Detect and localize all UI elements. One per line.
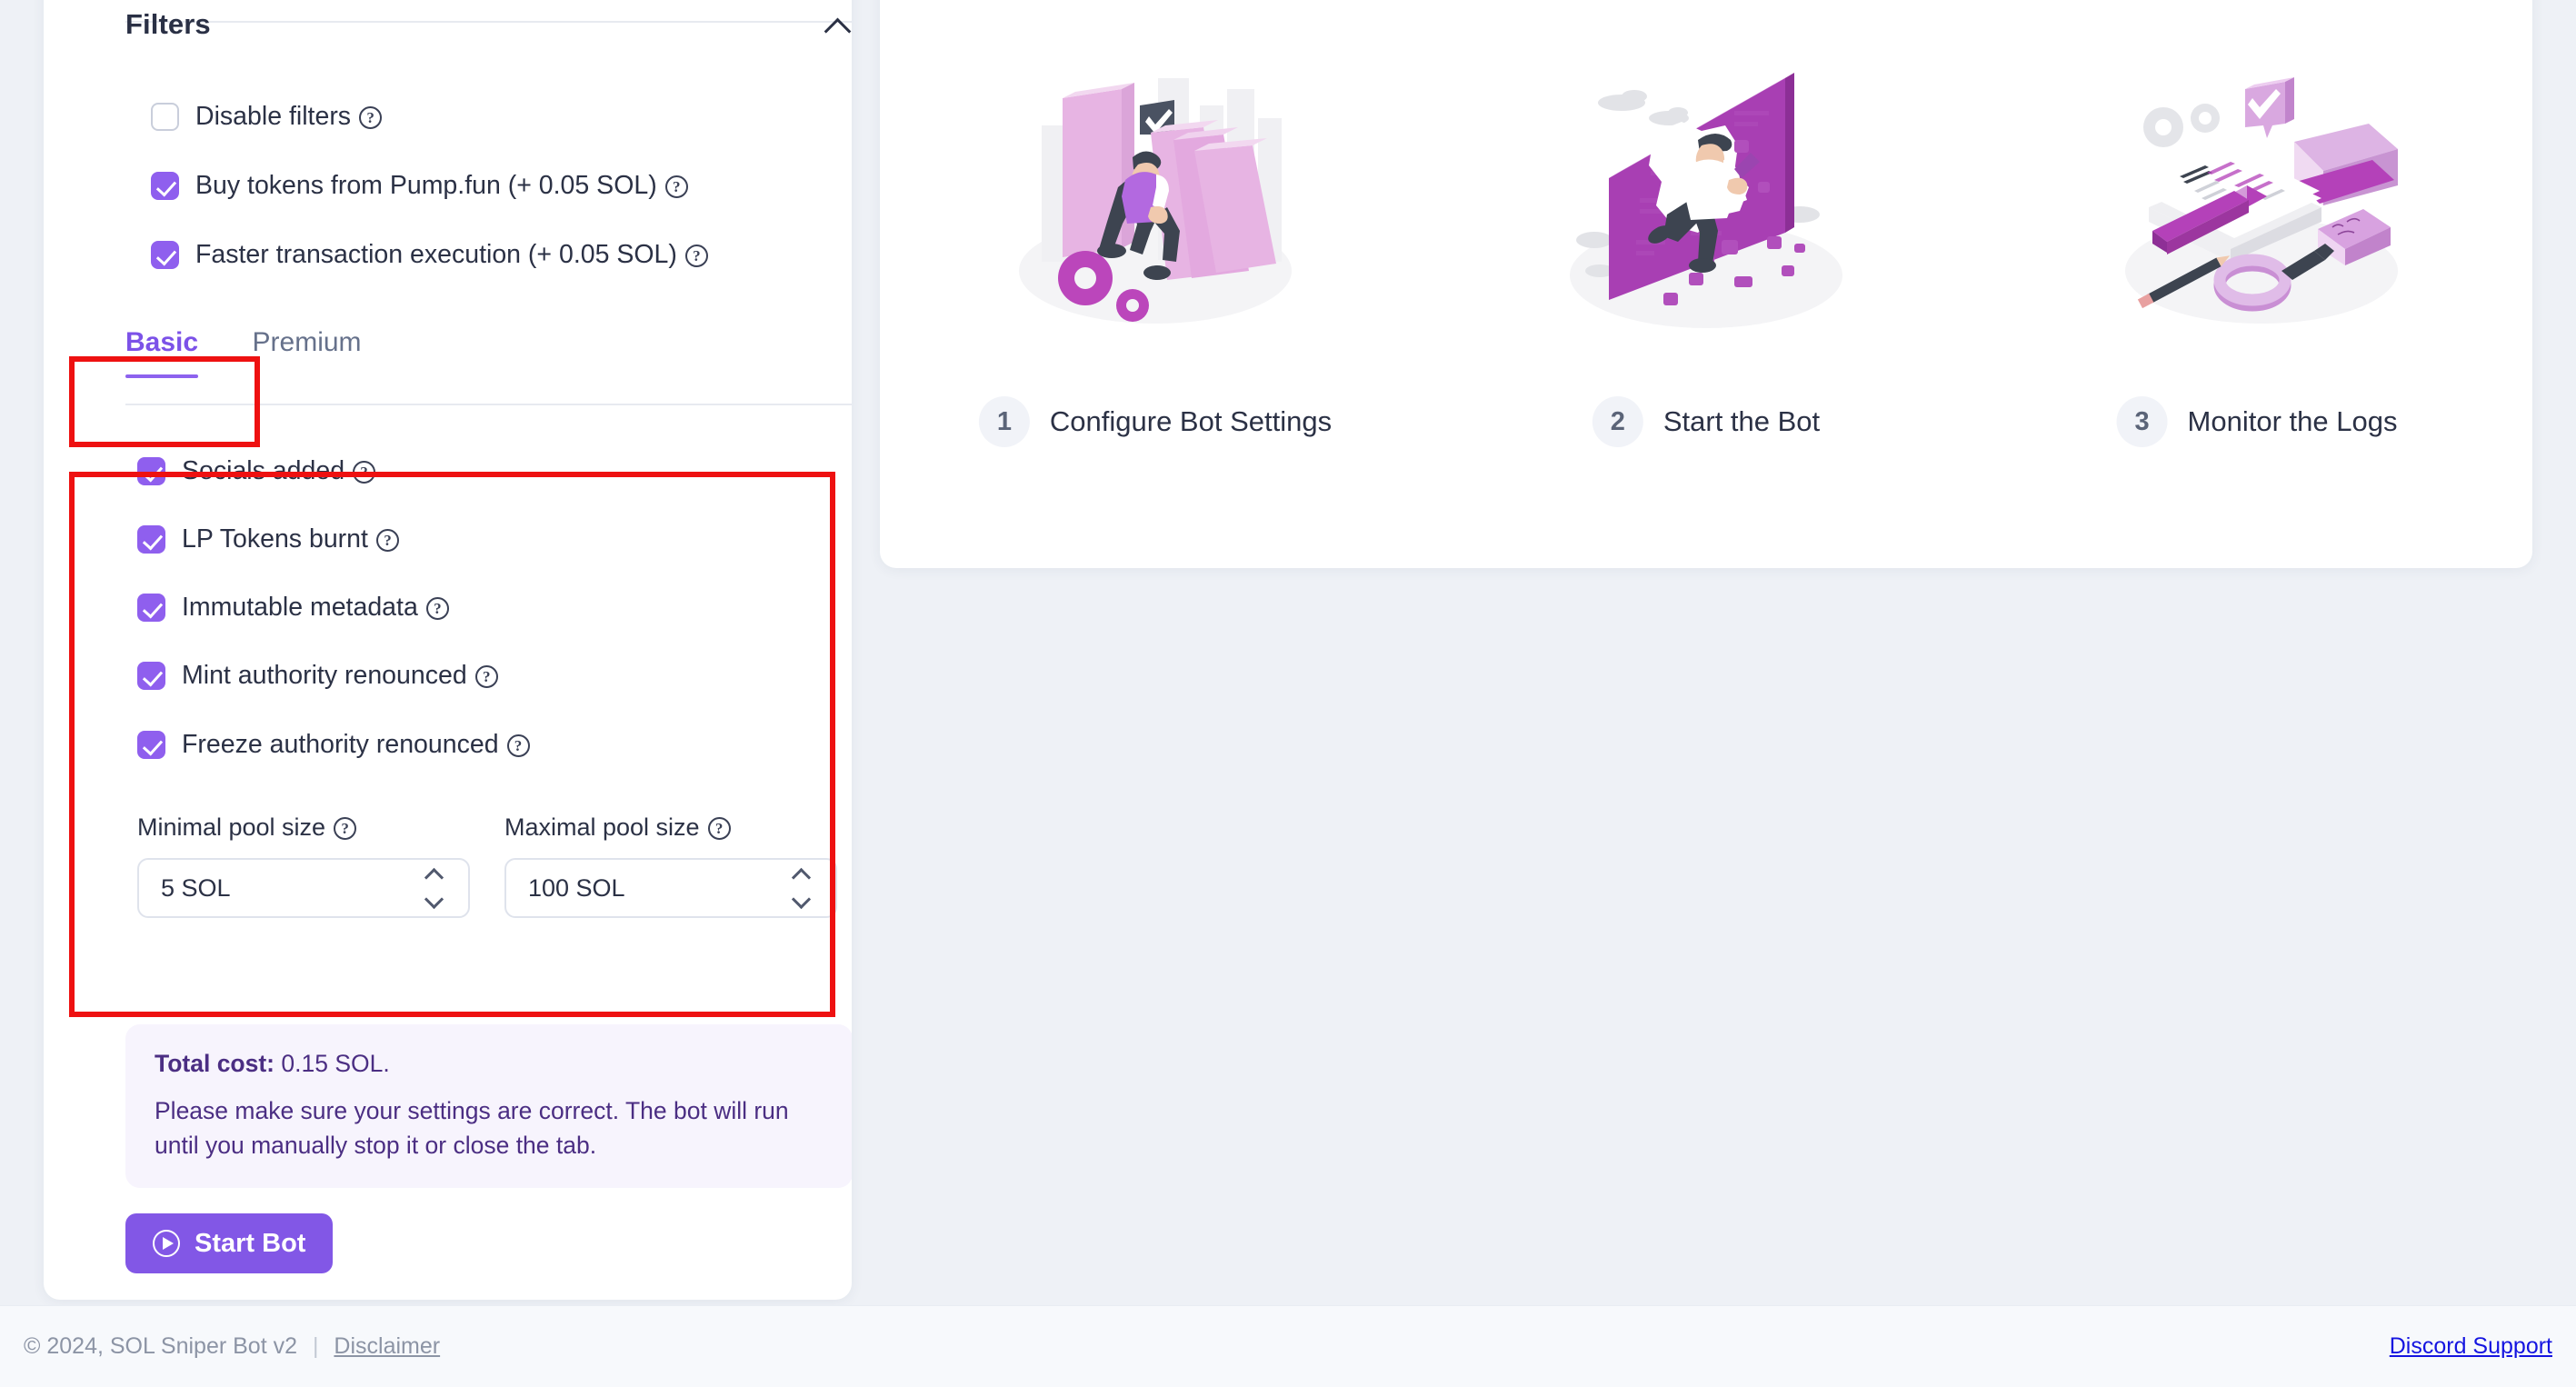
total-cost-box: Total cost: 0.15 SOL. Please make sure y… [125, 1024, 852, 1189]
filters-header: Filters [125, 8, 852, 41]
minimal-pool-size-label: Minimal pool size? [137, 813, 470, 842]
stepper-down-icon[interactable] [424, 889, 444, 910]
checkbox-row-faster-tx[interactable]: Faster transaction execution (+ 0.05 SOL… [151, 240, 708, 270]
step-1-label: Configure Bot Settings [1049, 405, 1333, 437]
tab-basic[interactable]: Basic [125, 327, 199, 378]
step-3-number: 3 [2116, 396, 2168, 447]
step-1-number: 1 [978, 396, 1030, 447]
maximal-pool-size-stepper[interactable] [791, 867, 815, 913]
total-cost-line: Total cost: 0.15 SOL. [155, 1050, 824, 1078]
checkbox-label-lp-tokens-burnt: LP Tokens burnt? [182, 524, 399, 554]
maximal-pool-size-input[interactable]: 100 SOL [504, 858, 837, 918]
getting-started-card: 1 Configure Bot Settings 2 Start the Bot… [880, 0, 2532, 568]
checkbox-label-freeze-authority: Freeze authority renounced? [182, 730, 530, 760]
chevron-up-icon[interactable] [822, 9, 852, 40]
tabs-underline [125, 404, 852, 405]
help-icon[interactable]: ? [684, 244, 708, 267]
disclaimer-link[interactable]: Disclaimer [334, 1333, 440, 1359]
checkbox-row-disable-filters[interactable]: Disable filters? [151, 102, 383, 132]
minimal-pool-size-stepper[interactable] [424, 867, 448, 913]
checkbox-freeze-authority-renounced[interactable] [137, 731, 165, 759]
filters-title: Filters [125, 8, 211, 40]
app-root: Filters Disable filters? Buy tokens from… [0, 0, 2576, 1387]
total-cost-note: Please make sure your settings are corre… [155, 1097, 789, 1159]
stepper-up-icon[interactable] [424, 867, 444, 888]
help-icon[interactable]: ? [359, 106, 383, 129]
total-cost-value: 0.15 SOL. [281, 1050, 390, 1077]
checkbox-row-pumpfun[interactable]: Buy tokens from Pump.fun (+ 0.05 SOL)? [151, 171, 688, 201]
discord-support-link[interactable]: Discord Support [2390, 1333, 2552, 1360]
checkbox-mint-authority-renounced[interactable] [137, 662, 165, 690]
filter-tabs: Basic Premium [125, 327, 852, 405]
step-3-label: Monitor the Logs [2187, 405, 2398, 437]
minimal-pool-size-input[interactable]: 5 SOL [137, 858, 470, 918]
step-2: 2 Start the Bot [1431, 0, 1982, 568]
bot-settings-card: Filters Disable filters? Buy tokens from… [44, 0, 852, 1300]
step-2-number: 2 [1592, 396, 1643, 447]
minimal-pool-size-value: 5 SOL [161, 873, 231, 902]
checkbox-row-socials-added[interactable]: Socials added? [137, 456, 376, 486]
step-3-footer: 3 Monitor the Logs [2116, 396, 2398, 447]
help-icon[interactable]: ? [707, 817, 731, 840]
checkbox-row-immutable-metadata[interactable]: Immutable metadata? [137, 593, 449, 623]
minimal-pool-size-group: Minimal pool size? 5 SOL [137, 813, 470, 918]
help-icon[interactable]: ? [353, 461, 376, 484]
checkbox-row-lp-tokens-burnt[interactable]: LP Tokens burnt? [137, 524, 399, 554]
footer-left: © 2024, SOL Sniper Bot v2 | Disclaimer [24, 1333, 440, 1360]
pool-size-fields: Minimal pool size? 5 SOL Maximal pool si… [137, 813, 837, 918]
help-icon[interactable]: ? [425, 597, 449, 620]
tab-premium[interactable]: Premium [253, 327, 362, 378]
illustration-start-the-bot [1570, 73, 1842, 328]
checkbox-immutable-metadata[interactable] [137, 594, 165, 622]
checkbox-socials-added[interactable] [137, 457, 165, 485]
help-icon[interactable]: ? [664, 175, 688, 198]
checkbox-label-socials-added: Socials added? [182, 456, 376, 486]
help-icon[interactable]: ? [474, 665, 498, 688]
stepper-down-icon[interactable] [791, 889, 812, 910]
step-2-footer: 2 Start the Bot [1592, 396, 1821, 447]
footer-separator: | [312, 1333, 319, 1359]
checkbox-label-pumpfun: Buy tokens from Pump.fun (+ 0.05 SOL)? [195, 171, 688, 201]
checkbox-label-faster-tx: Faster transaction execution (+ 0.05 SOL… [195, 240, 708, 270]
maximal-pool-size-group: Maximal pool size? 100 SOL [504, 813, 837, 918]
step-3: 3 Monitor the Logs [1982, 0, 2532, 568]
illustration-configure-bot-settings [1019, 78, 1292, 324]
maximal-pool-size-value: 100 SOL [528, 873, 625, 902]
checkbox-buy-tokens-pumpfun[interactable] [151, 172, 179, 200]
play-circle-icon [153, 1230, 180, 1257]
maximal-pool-size-label: Maximal pool size? [504, 813, 837, 842]
step-1-footer: 1 Configure Bot Settings [978, 396, 1333, 447]
footer-copyright: © 2024, SOL Sniper Bot v2 [24, 1333, 298, 1359]
total-cost-label: Total cost: [155, 1050, 275, 1077]
checkbox-label-mint-authority: Mint authority renounced? [182, 661, 498, 691]
step-2-label: Start the Bot [1662, 405, 1821, 437]
step-1: 1 Configure Bot Settings [880, 0, 1431, 568]
checkbox-label-disable-filters: Disable filters? [195, 102, 383, 132]
help-icon[interactable]: ? [506, 734, 530, 757]
checkbox-disable-filters[interactable] [151, 103, 179, 131]
checkbox-row-mint-authority[interactable]: Mint authority renounced? [137, 661, 498, 691]
checkbox-label-immutable-metadata: Immutable metadata? [182, 593, 449, 623]
checkbox-row-freeze-authority[interactable]: Freeze authority renounced? [137, 730, 530, 760]
illustration-monitor-the-logs [2125, 77, 2398, 324]
checkbox-lp-tokens-burnt[interactable] [137, 525, 165, 554]
start-bot-label: Start Bot [195, 1228, 306, 1258]
stepper-up-icon[interactable] [791, 867, 812, 888]
checkbox-faster-transaction[interactable] [151, 241, 179, 269]
page-footer: © 2024, SOL Sniper Bot v2 | Disclaimer D… [0, 1305, 2576, 1387]
steps-list: 1 Configure Bot Settings 2 Start the Bot… [880, 0, 2532, 568]
start-bot-button[interactable]: Start Bot [125, 1213, 334, 1273]
help-icon[interactable]: ? [375, 529, 399, 552]
help-icon[interactable]: ? [334, 817, 357, 840]
